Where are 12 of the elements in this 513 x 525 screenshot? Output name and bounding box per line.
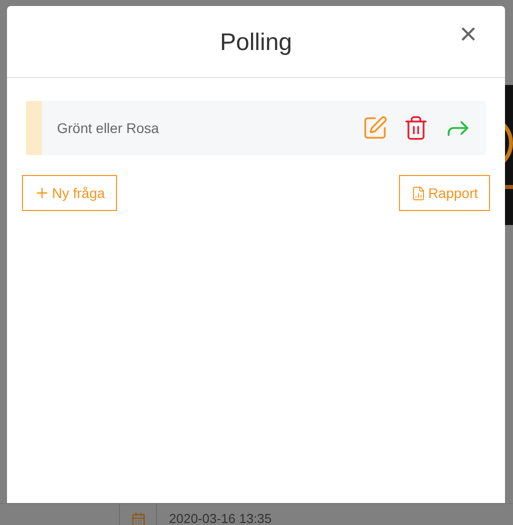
pencil-square-icon xyxy=(362,115,388,141)
trash-icon xyxy=(403,115,429,141)
dialog-title: Polling xyxy=(220,28,292,58)
question-text: Grönt eller Rosa xyxy=(57,118,160,138)
plus-icon xyxy=(34,185,50,201)
date-text: 2020-03-16 13:35 xyxy=(168,510,272,525)
close-button[interactable]: × xyxy=(459,20,477,50)
calendar-icon xyxy=(130,512,146,525)
edit-button[interactable] xyxy=(362,115,388,141)
report-icon xyxy=(411,186,426,200)
delete-button[interactable] xyxy=(403,115,429,141)
question-row[interactable]: Grönt eller Rosa xyxy=(26,101,486,155)
